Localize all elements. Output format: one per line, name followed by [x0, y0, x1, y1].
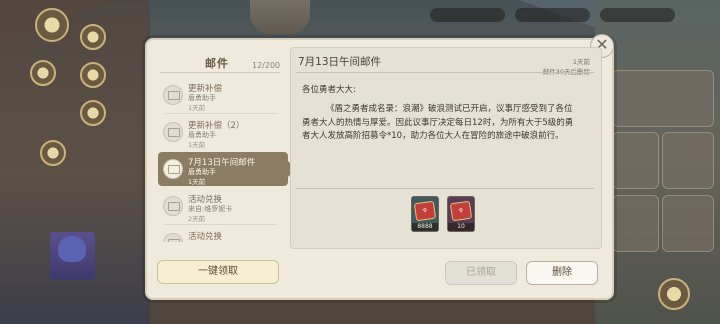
- resource-bar: [515, 8, 590, 22]
- resource-bar: [600, 8, 675, 22]
- character-hair: [58, 236, 86, 262]
- shop-tile[interactable]: [612, 195, 659, 252]
- mail-item-title: 活动兑换: [188, 232, 223, 242]
- menu-orb-icon[interactable]: [40, 140, 66, 166]
- mail-list-title: 邮件: [205, 57, 229, 70]
- claimed-button[interactable]: 已领取: [445, 261, 517, 285]
- mail-item-age: 1天前: [188, 178, 206, 186]
- menu-orb-icon[interactable]: [80, 100, 106, 126]
- attachment-item[interactable]: 令 10: [447, 196, 475, 232]
- menu-orb-icon[interactable]: [80, 62, 106, 88]
- shop-tile[interactable]: [662, 132, 714, 189]
- recruit-ticket-icon: 令: [413, 200, 437, 222]
- mail-item-age: 1天前: [188, 104, 206, 112]
- attachment-item[interactable]: 令 8888: [411, 196, 439, 232]
- claim-all-button[interactable]: 一键领取: [157, 260, 279, 284]
- mail-meta: 1天前 邮件30天后删除: [520, 57, 590, 77]
- mail-list-item[interactable]: 更新补偿 盾勇助手 1天前: [158, 78, 283, 112]
- mail-icon: [163, 233, 183, 242]
- delete-button[interactable]: 删除: [526, 261, 598, 285]
- menu-orb-icon[interactable]: [658, 278, 690, 310]
- player-avatar[interactable]: [35, 8, 69, 42]
- menu-orb-icon[interactable]: [30, 60, 56, 86]
- mail-greeting: 各位勇者大大:: [302, 85, 356, 95]
- mail-title: 7月13日午间邮件: [298, 56, 382, 68]
- attachment-quantity: 10: [448, 223, 474, 231]
- shop-tile[interactable]: [612, 132, 659, 189]
- mail-icon: [163, 196, 183, 216]
- menu-orb-icon[interactable]: [80, 24, 106, 50]
- mail-icon: [163, 85, 183, 105]
- mail-body: 《盾之勇者成名录：浪潮》破浪测试已开启，议事厅感受到了各位勇者大人的热情与厚爱。…: [302, 104, 574, 141]
- mail-list-item[interactable]: 活动兑换 来自:维罗妮卡 2天前: [158, 189, 283, 223]
- shop-tile[interactable]: [662, 195, 714, 252]
- attachment-quantity: 8888: [412, 223, 438, 231]
- divider: [165, 224, 277, 225]
- mail-icon: [163, 122, 183, 142]
- mail-age: 1天前: [572, 58, 590, 66]
- divider: [160, 72, 280, 73]
- recruit-ticket-icon: 令: [449, 200, 473, 222]
- mail-content-area: [290, 47, 602, 249]
- divider: [296, 72, 594, 73]
- mail-item-age: 2天前: [188, 215, 206, 223]
- divider: [296, 188, 594, 189]
- mail-list-item[interactable]: 活动兑换: [158, 226, 283, 242]
- mail-list-item-selected[interactable]: 7月13日午间邮件 盾勇助手 1天前: [158, 152, 296, 186]
- divider: [165, 113, 277, 114]
- event-banner[interactable]: [612, 70, 714, 127]
- mail-item-age: 1天前: [188, 141, 206, 149]
- resource-bar: [430, 8, 505, 22]
- mail-count: 12/200: [252, 61, 281, 70]
- mail-icon: [163, 159, 183, 179]
- mail-list-item[interactable]: 更新补偿（2） 盾勇助手 1天前: [158, 115, 283, 149]
